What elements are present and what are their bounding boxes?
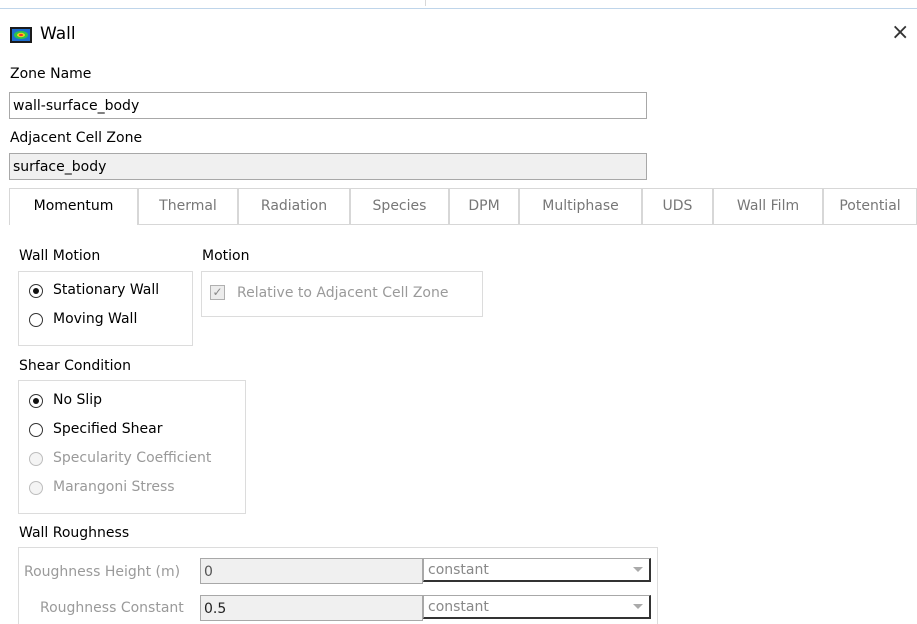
- specified-shear-label: Specified Shear: [53, 421, 163, 437]
- roughness-height-method-value: constant: [428, 562, 489, 578]
- fluent-app-icon: [10, 27, 32, 43]
- tab-thermal[interactable]: Thermal: [138, 188, 238, 224]
- roughness-height-label: Roughness Height (m): [24, 564, 181, 580]
- adjacent-cell-zone-field: surface_body: [9, 153, 647, 180]
- marangoni-stress-label: Marangoni Stress: [53, 479, 175, 495]
- shear-condition-label: Shear Condition: [19, 358, 131, 374]
- motion-label: Motion: [202, 248, 250, 264]
- roughness-constant-method-value: constant: [428, 599, 489, 615]
- tab-dpm[interactable]: DPM: [449, 188, 519, 224]
- radio-checked-icon: [29, 284, 43, 298]
- no-slip-label: No Slip: [53, 392, 103, 408]
- roughness-constant-label: Roughness Constant: [40, 600, 184, 616]
- adjacent-cell-zone-label: Adjacent Cell Zone: [10, 130, 143, 146]
- tab-radiation[interactable]: Radiation: [238, 188, 350, 224]
- specularity-coefficient-label: Specularity Coefficient: [53, 450, 212, 466]
- tab-momentum[interactable]: Momentum: [9, 188, 138, 225]
- relative-to-adjacent-cell-zone-label: Relative to Adjacent Cell Zone: [237, 285, 449, 301]
- tab-uds[interactable]: UDS: [642, 188, 713, 224]
- wall-roughness-label: Wall Roughness: [19, 525, 130, 541]
- top-accent-line: [0, 0, 917, 9]
- moving-wall-label: Moving Wall: [53, 311, 138, 327]
- window-title: Wall: [40, 24, 76, 44]
- roughness-height-method-dropdown[interactable]: constant: [423, 558, 651, 582]
- roughness-constant-method-dropdown[interactable]: constant: [423, 595, 651, 619]
- tab-species[interactable]: Species: [350, 188, 449, 224]
- zone-name-label: Zone Name: [10, 66, 92, 82]
- roughness-height-input[interactable]: 0: [200, 558, 423, 584]
- chevron-down-icon: [633, 567, 643, 572]
- radio-disabled-icon: [29, 452, 43, 466]
- roughness-constant-input[interactable]: 0.5: [200, 595, 423, 621]
- check-icon: ✓: [210, 285, 225, 300]
- close-icon[interactable]: ×: [891, 20, 909, 45]
- tab-wall-film[interactable]: Wall Film: [713, 188, 823, 224]
- zone-name-input[interactable]: wall-surface_body: [9, 92, 647, 119]
- tab-potential[interactable]: Potential: [823, 188, 917, 224]
- chevron-down-icon: [633, 604, 643, 609]
- wall-motion-label: Wall Motion: [19, 248, 101, 264]
- tab-multiphase[interactable]: Multiphase: [519, 188, 642, 224]
- radio-checked-icon: [29, 394, 43, 408]
- radio-unchecked-icon: [29, 423, 43, 437]
- radio-disabled-icon: [29, 481, 43, 495]
- radio-unchecked-icon: [29, 313, 43, 327]
- stationary-wall-label: Stationary Wall: [53, 282, 160, 298]
- top-divider: [425, 0, 426, 6]
